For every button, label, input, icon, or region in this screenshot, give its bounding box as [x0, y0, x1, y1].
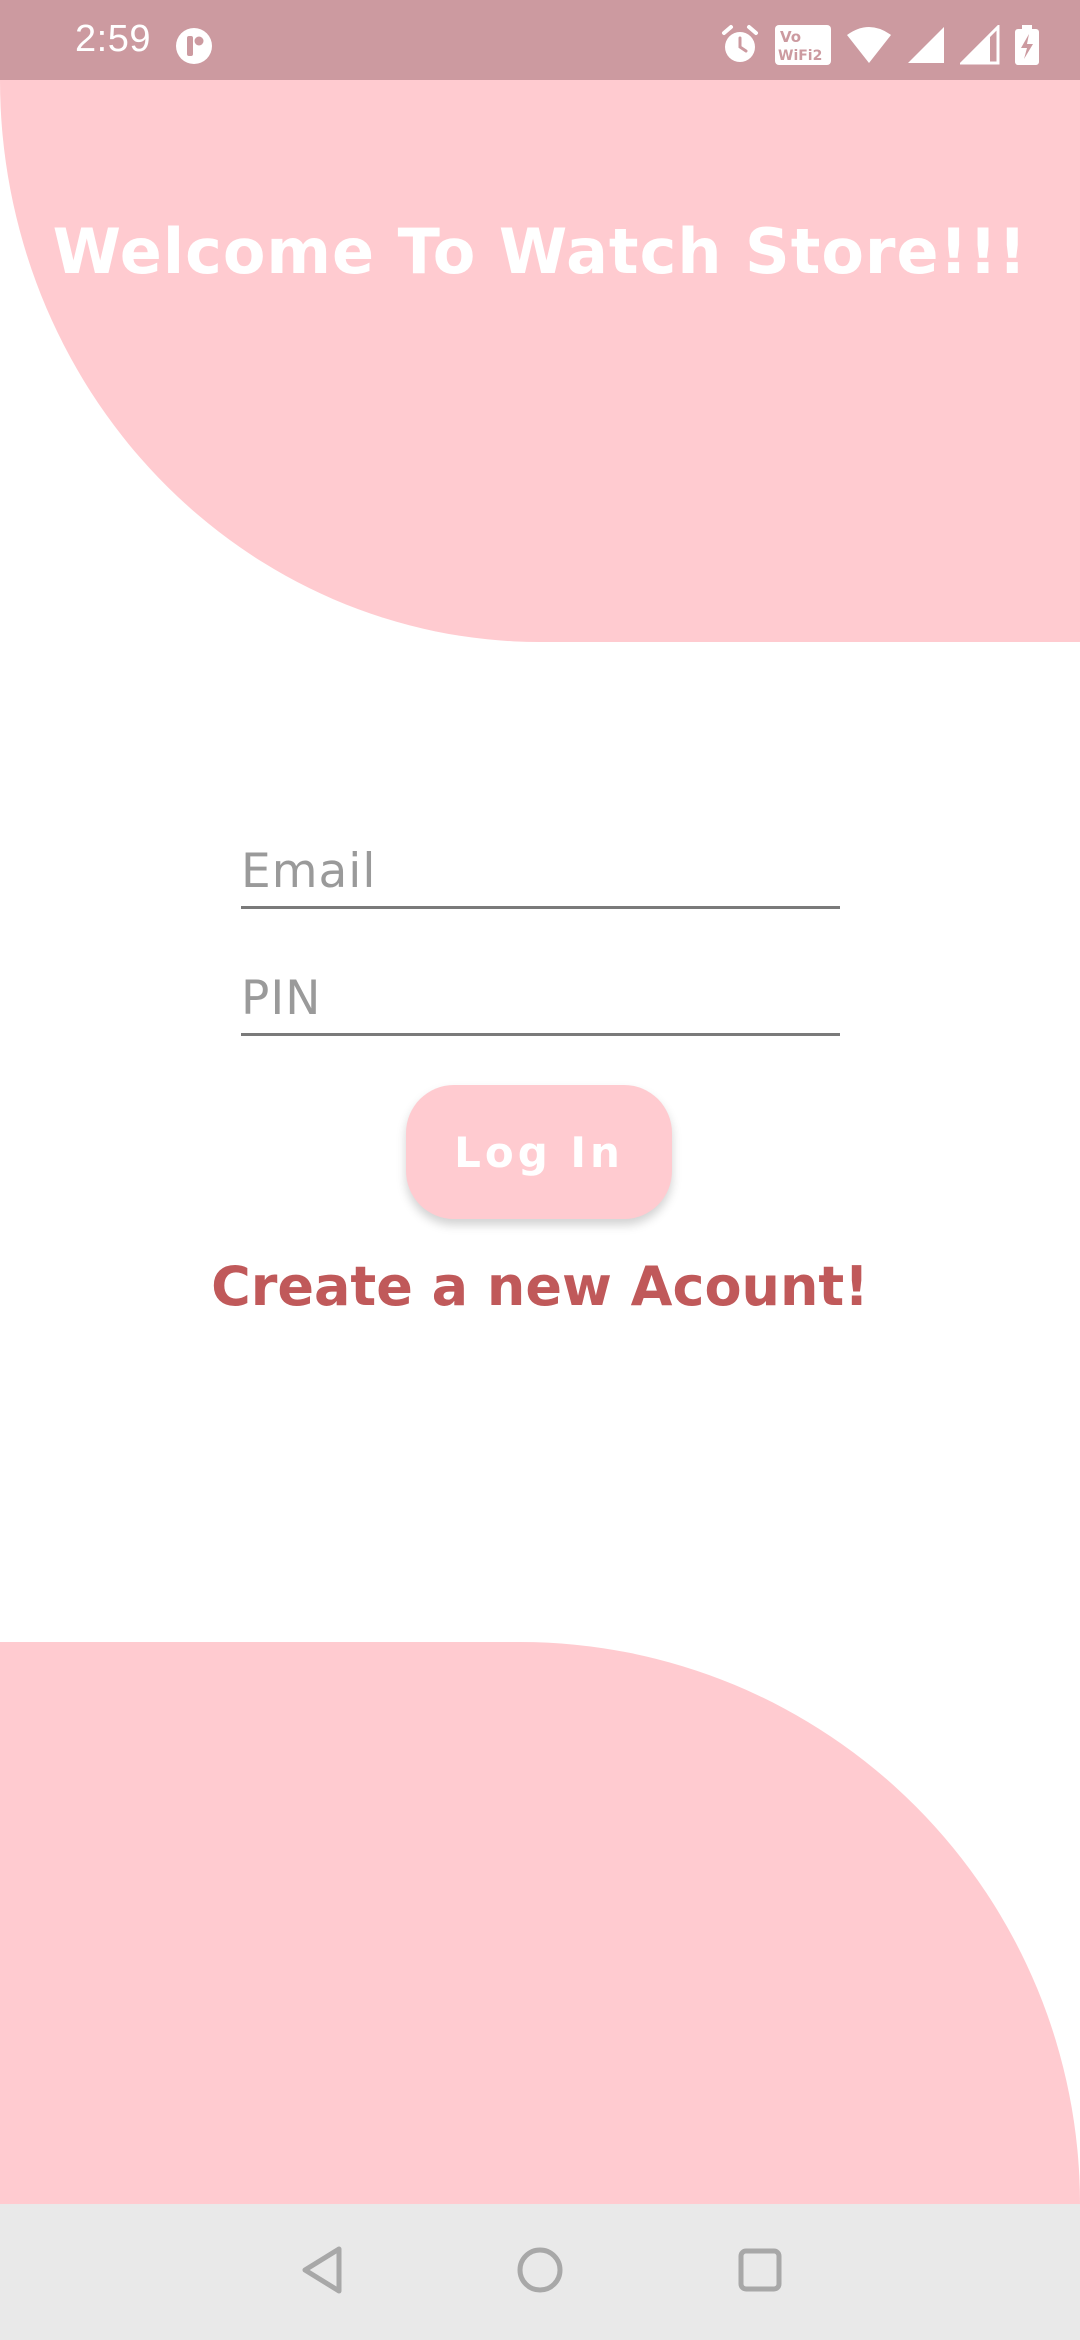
signal-2-icon — [960, 25, 1000, 65]
recents-button[interactable] — [730, 2242, 790, 2302]
home-icon — [515, 2245, 565, 2299]
navigation-bar — [0, 2204, 1080, 2340]
login-button[interactable]: Log In — [406, 1085, 672, 1219]
alarm-icon — [720, 24, 760, 66]
svg-text:WiFi2: WiFi2 — [778, 48, 822, 64]
pin-input[interactable] — [241, 963, 840, 1033]
page-title: Welcome To Watch Store!!! — [52, 215, 1028, 288]
home-button[interactable] — [510, 2242, 570, 2302]
create-account-link[interactable]: Create a new Acount! — [0, 1255, 1080, 1318]
signal-icon — [906, 25, 946, 65]
recents-icon — [735, 2245, 785, 2299]
login-screen: 2:59 Vo WiFi2 Welcome To Watch Store!!! … — [0, 0, 1080, 2340]
back-icon — [297, 2244, 347, 2300]
email-field[interactable] — [241, 836, 840, 909]
app-notification-icon — [175, 27, 213, 65]
back-button[interactable] — [292, 2242, 352, 2302]
svg-text:Vo: Vo — [780, 28, 801, 46]
email-input[interactable] — [241, 836, 840, 906]
wifi-icon — [846, 25, 892, 65]
status-icons: Vo WiFi2 — [720, 22, 1040, 68]
footer-background-shape — [0, 1642, 1080, 2204]
vowifi-icon: Vo WiFi2 — [774, 24, 832, 66]
battery-charging-icon — [1014, 24, 1040, 66]
status-bar: 2:59 Vo WiFi2 — [0, 0, 1080, 80]
status-time: 2:59 — [75, 18, 151, 60]
pin-field[interactable] — [241, 963, 840, 1036]
header-background-shape — [0, 80, 1080, 642]
